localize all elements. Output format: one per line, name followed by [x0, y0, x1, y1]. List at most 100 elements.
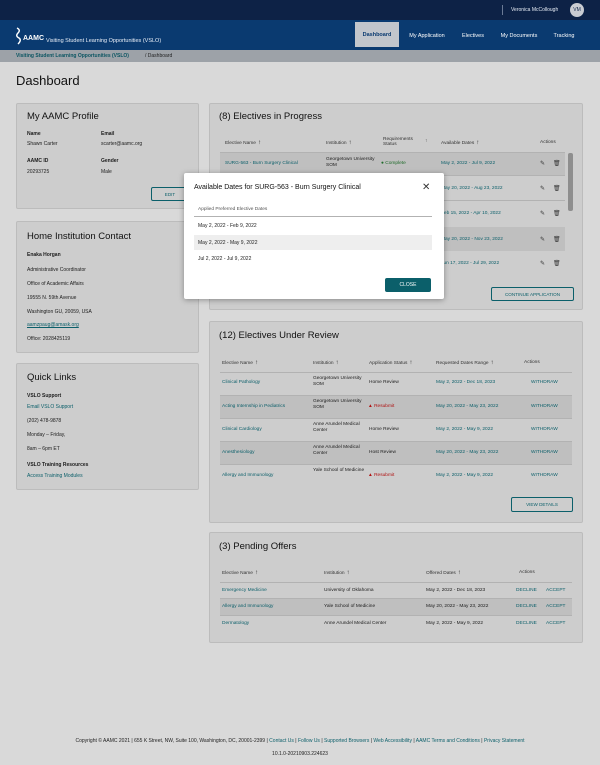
col-institution[interactable]: Institution ↑: [324, 570, 350, 576]
aamc-id-value: 20293725: [27, 169, 50, 175]
elective-link[interactable]: SURG-563 - Burn Surgery Clinical: [225, 161, 298, 166]
elective-link[interactable]: Dermatology: [222, 621, 249, 626]
tab-my-documents[interactable]: My Documents: [494, 22, 544, 50]
withdraw-button[interactable]: WITHDRAW: [531, 450, 558, 455]
available-dates[interactable]: May 20, 2022 - Aug 23, 2022: [441, 186, 503, 191]
footer-link-follow[interactable]: Follow Us: [298, 738, 320, 744]
aamc-id-label: AAMC ID: [27, 158, 49, 164]
elective-link[interactable]: Acting Internship in Pediatrics: [222, 404, 285, 409]
available-dates[interactable]: May 20, 2022 - Nov 23, 2022: [441, 237, 503, 242]
col-offered-dates[interactable]: Offered Dates ↑: [426, 570, 461, 576]
requested-dates[interactable]: May 20, 2022 - May 23, 2022: [436, 404, 498, 409]
elective-link[interactable]: Anesthesiology: [222, 450, 255, 455]
pending-offers-title: (3) Pending Offers: [219, 541, 297, 552]
sort-arrow-icon[interactable]: ↑: [258, 140, 261, 146]
email-support-link[interactable]: Email VSLO Support: [27, 404, 73, 410]
pencil-icon[interactable]: ✎: [540, 160, 545, 167]
sort-arrow-icon[interactable]: ↑: [476, 140, 479, 146]
trash-icon[interactable]: 🗑: [553, 185, 561, 192]
sort-arrow-icon[interactable]: ↑: [349, 140, 352, 146]
pencil-icon[interactable]: ✎: [540, 185, 545, 192]
footer-link-browsers[interactable]: Supported Browsers: [324, 738, 369, 744]
training-modules-link[interactable]: Access Training Modules: [27, 473, 83, 479]
continue-application-button[interactable]: CONTINUE APPLICATION: [491, 287, 574, 301]
sort-arrow-icon[interactable]: ↑: [255, 360, 258, 366]
email-value: scarter@aamc.org: [101, 141, 143, 147]
available-dates[interactable]: May 2, 2022 - Jul 9, 2022: [441, 161, 495, 166]
col-elective-name[interactable]: Elective Name ↑: [222, 570, 258, 576]
logo-text[interactable]: AAMC: [23, 35, 44, 42]
sort-arrow-icon[interactable]: ↑: [409, 360, 412, 366]
withdraw-button[interactable]: WITHDRAW: [531, 404, 558, 409]
requested-dates[interactable]: May 2, 2022 - May 9, 2022: [436, 427, 493, 432]
sort-arrow-icon[interactable]: ↑: [425, 139, 427, 144]
copyright: Copyright © AAMC 2021 | 655 K Street, NW…: [75, 738, 268, 744]
scrollbar[interactable]: [568, 153, 573, 211]
elective-link[interactable]: Allergy and Immunology: [222, 473, 273, 478]
avatar[interactable]: VM: [570, 3, 584, 17]
contact-email-link[interactable]: aamzpaug@amask.org: [27, 322, 79, 328]
col-elective-name[interactable]: Elective Name ↑: [222, 360, 258, 366]
view-details-button[interactable]: VIEW DETAILS: [511, 497, 573, 512]
breadcrumb-root[interactable]: Visiting Student Learning Opportunities …: [16, 53, 129, 59]
footer-link-contact[interactable]: Contact Us: [269, 738, 294, 744]
accept-button[interactable]: ACCEPT: [546, 588, 565, 593]
tab-dashboard[interactable]: Dashboard: [355, 22, 399, 50]
application-status: Home Review: [369, 380, 399, 385]
date-row: May 2, 2022 - Feb 9, 2022: [198, 222, 257, 229]
sort-arrow-icon[interactable]: ↑: [458, 570, 461, 576]
elective-link[interactable]: Emergency Medicine: [222, 588, 267, 593]
pencil-icon[interactable]: ✎: [540, 236, 545, 243]
user-name[interactable]: Veronica McCollough: [511, 7, 558, 13]
requested-dates[interactable]: May 20, 2022 - May 23, 2022: [436, 450, 498, 455]
available-dates[interactable]: Feb 15, 2022 - Apr 10, 2022: [441, 211, 501, 216]
sort-arrow-icon[interactable]: ↑: [491, 360, 494, 366]
requested-dates[interactable]: May 2, 2022 - May 9, 2022: [436, 473, 493, 478]
training-heading: VSLO Training Resources: [27, 462, 89, 468]
col-application-status[interactable]: Application Status ↑: [369, 360, 412, 366]
email-label: Email: [101, 131, 115, 137]
sort-arrow-icon[interactable]: ↑: [347, 570, 350, 576]
elective-link[interactable]: Clinical Cardiology: [222, 427, 262, 432]
col-elective-name[interactable]: Elective Name ↑: [225, 140, 261, 146]
tab-tracking[interactable]: Tracking: [548, 22, 580, 50]
close-icon[interactable]: ✕: [422, 182, 430, 193]
withdraw-button[interactable]: WITHDRAW: [531, 427, 558, 432]
trash-icon[interactable]: 🗑: [553, 210, 561, 217]
col-institution[interactable]: Institution ↑: [313, 360, 339, 366]
trash-icon[interactable]: 🗑: [553, 160, 561, 167]
requested-dates[interactable]: May 2, 2022 - Dec 18, 2023: [436, 380, 495, 385]
app-title: Visiting Student Learning Opportunities …: [46, 38, 162, 44]
breadcrumb: Visiting Student Learning Opportunities …: [0, 50, 600, 62]
col-requirements-status[interactable]: Requirements Status: [383, 137, 423, 147]
col-available-dates[interactable]: Available Dates ↑: [441, 140, 479, 146]
tab-my-application[interactable]: My Application: [402, 22, 452, 50]
decline-button[interactable]: DECLINE: [516, 621, 537, 626]
tab-electives[interactable]: Electives: [456, 22, 490, 50]
footer-link-terms[interactable]: AAMC Terms and Conditions: [416, 738, 480, 744]
accept-button[interactable]: ACCEPT: [546, 604, 565, 609]
withdraw-button[interactable]: WITHDRAW: [531, 473, 558, 478]
col-requested-dates[interactable]: Requested Dates Range ↑: [436, 360, 494, 366]
available-dates[interactable]: Jun 17, 2022 - Jul 29, 2022: [441, 261, 499, 266]
footer-link-privacy[interactable]: Privacy Statement: [484, 738, 525, 744]
decline-button[interactable]: DECLINE: [516, 604, 537, 609]
pencil-icon[interactable]: ✎: [540, 210, 545, 217]
pencil-icon[interactable]: ✎: [540, 260, 545, 267]
sort-arrow-icon[interactable]: ↑: [255, 570, 258, 576]
sort-arrow-icon[interactable]: ↑: [336, 360, 339, 366]
footer-link-accessibility[interactable]: Web Accessibility: [373, 738, 412, 744]
status-badge: ▲ Resubmit: [368, 473, 395, 478]
accept-button[interactable]: ACCEPT: [546, 621, 565, 626]
institution: Georgetown University SOM: [326, 157, 375, 169]
trash-icon[interactable]: 🗑: [553, 236, 561, 243]
close-button[interactable]: CLOSE: [385, 278, 431, 292]
elective-link[interactable]: Allergy and Immunology: [222, 604, 273, 609]
elective-link[interactable]: Clinical Pathology: [222, 380, 260, 385]
electives-in-progress-title: (8) Electives in Progress: [219, 111, 322, 122]
top-bar: Veronica McCollough VM: [0, 0, 600, 20]
decline-button[interactable]: DECLINE: [516, 588, 537, 593]
withdraw-button[interactable]: WITHDRAW: [531, 380, 558, 385]
trash-icon[interactable]: 🗑: [553, 260, 561, 267]
col-institution[interactable]: Institution ↑: [326, 140, 352, 146]
